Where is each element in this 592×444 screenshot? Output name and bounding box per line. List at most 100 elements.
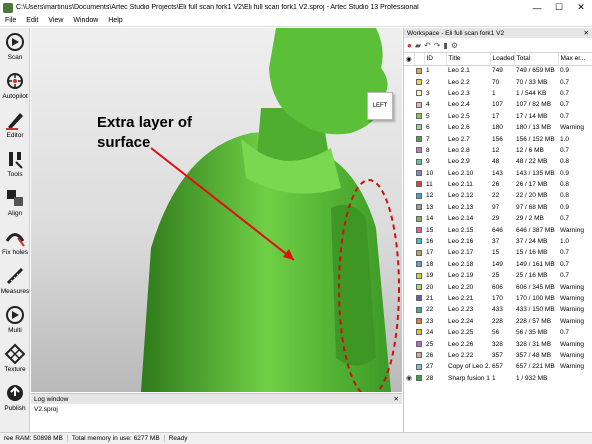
table-row[interactable]: 16 Leo 2.16 37 37 / 24 MB 1.0 <box>404 236 592 247</box>
visibility-eye-icon[interactable]: ◉ <box>404 373 414 384</box>
table-row[interactable]: 21 Leo 2.21 170 170 / 100 MB Warning <box>404 293 592 304</box>
tool-autopilot[interactable]: Autopilot <box>0 67 30 106</box>
column-header[interactable]: Loaded <box>490 53 515 66</box>
table-row[interactable]: 14 Leo 2.14 29 29 / 2 MB 0.7 <box>404 213 592 224</box>
table-row[interactable]: 22 Leo 2.23 433 433 / 150 MB Warning <box>404 304 592 315</box>
color-swatch-icon <box>416 283 422 290</box>
visibility-eye-icon[interactable] <box>404 111 414 122</box>
visibility-eye-icon[interactable] <box>404 316 414 327</box>
table-row[interactable]: 3 Leo 2.3 1 1 / 544 KB 0.7 <box>404 88 592 99</box>
visibility-eye-icon[interactable] <box>404 76 414 87</box>
workspace-toolbar: ● ▰ ↶ ↷ ▮ ⚙ <box>404 38 592 53</box>
visibility-eye-icon[interactable] <box>404 99 414 110</box>
table-row[interactable]: 5 Leo 2.5 17 17 / 14 MB 0.7 <box>404 111 592 122</box>
table-row[interactable]: 11 Leo 2.11 26 26 / 17 MB 0.8 <box>404 179 592 190</box>
visibility-eye-icon[interactable] <box>404 168 414 179</box>
menu-edit[interactable]: Edit <box>21 17 43 24</box>
visibility-eye-icon[interactable] <box>404 224 414 235</box>
column-header[interactable]: ID <box>424 53 447 66</box>
visibility-eye-icon[interactable] <box>404 145 414 156</box>
column-header[interactable]: Max er... <box>558 53 592 66</box>
tool-texture[interactable]: Texture <box>0 340 30 379</box>
close-button[interactable]: ✕ <box>570 0 592 15</box>
minimize-button[interactable]: — <box>526 0 548 15</box>
menu-view[interactable]: View <box>43 17 68 24</box>
redo-icon[interactable]: ↷ <box>434 41 441 50</box>
visibility-eye-icon[interactable] <box>404 259 414 270</box>
eye-icon[interactable]: ◉ <box>404 53 415 66</box>
visibility-eye-icon[interactable] <box>404 190 414 201</box>
tool-editor[interactable]: Editor <box>0 106 30 145</box>
tool-measures[interactable]: Measures <box>0 262 30 301</box>
visibility-eye-icon[interactable] <box>404 270 414 281</box>
visibility-eye-icon[interactable] <box>404 281 414 292</box>
table-row[interactable]: 2 Leo 2.2 70 70 / 33 MB 0.7 <box>404 76 592 87</box>
visibility-eye-icon[interactable] <box>404 88 414 99</box>
tool-fix-holes[interactable]: Fix holes <box>0 223 30 262</box>
visibility-eye-icon[interactable] <box>404 338 414 349</box>
visibility-eye-icon[interactable] <box>404 179 414 190</box>
visibility-eye-icon[interactable] <box>404 350 414 361</box>
table-row[interactable]: 6 Leo 2.6 180 180 / 13 MB Warning <box>404 122 592 133</box>
visibility-eye-icon[interactable] <box>404 65 414 76</box>
folder-icon[interactable]: ▰ <box>415 41 421 50</box>
table-row[interactable]: ◉ 28 Sharp fusion 11 1 / 932 MB <box>404 373 592 384</box>
tool-publish[interactable]: Publish <box>0 379 30 418</box>
cell-title: Leo 2.23 <box>448 306 474 314</box>
table-row[interactable]: 26 Leo 2.22 357 357 / 48 MB Warning <box>404 350 592 361</box>
table-row[interactable]: 17 Leo 2.17 15 15 / 16 MB 0.7 <box>404 247 592 258</box>
tool-multi[interactable]: Multi <box>0 301 30 340</box>
view-cube[interactable]: LEFT <box>367 92 393 120</box>
visibility-eye-icon[interactable] <box>404 202 414 213</box>
close-icon[interactable]: ✕ <box>394 395 399 403</box>
table-row[interactable]: 18 Leo 2.18 149 149 / 161 MB 0.7 <box>404 259 592 270</box>
visibility-eye-icon[interactable] <box>404 213 414 224</box>
cell-title: Leo 2.11 <box>448 181 473 189</box>
table-row[interactable]: 25 Leo 2.26 328 328 / 31 MB Warning <box>404 338 592 349</box>
column-header[interactable]: Title <box>446 53 491 66</box>
tool-align[interactable]: Align <box>0 184 30 223</box>
visibility-eye-icon[interactable] <box>404 327 414 338</box>
visibility-eye-icon[interactable] <box>404 293 414 304</box>
cell-loaded: 48 <box>492 158 500 166</box>
undo-icon[interactable]: ↶ <box>424 41 431 50</box>
cell-id: 13 <box>426 203 434 211</box>
table-row[interactable]: 19 Leo 2.19 25 25 / 16 MB 0.7 <box>404 270 592 281</box>
gear-icon[interactable]: ⚙ <box>451 41 458 50</box>
delete-icon[interactable]: ▮ <box>443 41 447 50</box>
visibility-eye-icon[interactable] <box>404 156 414 167</box>
tool-scan[interactable]: Scan <box>0 28 30 67</box>
table-row[interactable]: 9 Leo 2.9 48 48 / 22 MB 0.8 <box>404 156 592 167</box>
visibility-eye-icon[interactable] <box>404 361 414 372</box>
color-swatch-icon <box>416 352 422 359</box>
table-row[interactable]: 8 Leo 2.8 12 12 / 6 MB 0.7 <box>404 145 592 156</box>
record-icon[interactable]: ● <box>407 41 412 50</box>
table-row[interactable]: 27 Copy of Leo 2.2 657 657 / 221 MB Warning <box>404 361 592 372</box>
table-row[interactable]: 24 Leo 2.25 56 56 / 35 MB 0.7 <box>404 327 592 338</box>
visibility-eye-icon[interactable] <box>404 122 414 133</box>
tool-tools[interactable]: Tools <box>0 145 30 184</box>
visibility-eye-icon[interactable] <box>404 133 414 144</box>
table-row[interactable]: 10 Leo 2.10 143 143 / 135 MB 0.9 <box>404 168 592 179</box>
visibility-eye-icon[interactable] <box>404 247 414 258</box>
cell-total: 12 / 6 MB <box>516 146 544 154</box>
menu-window[interactable]: Window <box>68 17 103 24</box>
table-row[interactable]: 4 Leo 2.4 107 107 / 82 MB 0.7 <box>404 99 592 110</box>
table-row[interactable]: 23 Leo 2.24 228 228 / 57 MB Warning <box>404 316 592 327</box>
menu-file[interactable]: File <box>0 17 21 24</box>
visibility-eye-icon[interactable] <box>404 304 414 315</box>
visibility-eye-icon[interactable] <box>404 236 414 247</box>
column-header[interactable]: Total <box>514 53 559 66</box>
color-swatch <box>414 145 424 156</box>
table-row[interactable]: 13 Leo 2.13 97 97 / 68 MB 0.9 <box>404 202 592 213</box>
cell-loaded: 143 <box>492 169 503 177</box>
3d-viewport[interactable]: Extra layer of surface LEFT <box>31 28 402 392</box>
table-row[interactable]: 20 Leo 2.20 606 606 / 345 MB Warning <box>404 281 592 292</box>
close-icon[interactable]: ✕ <box>584 29 589 37</box>
table-row[interactable]: 7 Leo 2.7 156 156 / 152 MB 1.0 <box>404 133 592 144</box>
table-row[interactable]: 1 Leo 2.1 749 749 / 659 MB 0.9 <box>404 65 592 76</box>
maximize-button[interactable]: ☐ <box>548 0 570 15</box>
table-row[interactable]: 12 Leo 2.12 22 22 / 20 MB 0.8 <box>404 190 592 201</box>
menu-help[interactable]: Help <box>103 17 127 24</box>
table-row[interactable]: 15 Leo 2.15 646 646 / 387 MB Warning <box>404 224 592 235</box>
